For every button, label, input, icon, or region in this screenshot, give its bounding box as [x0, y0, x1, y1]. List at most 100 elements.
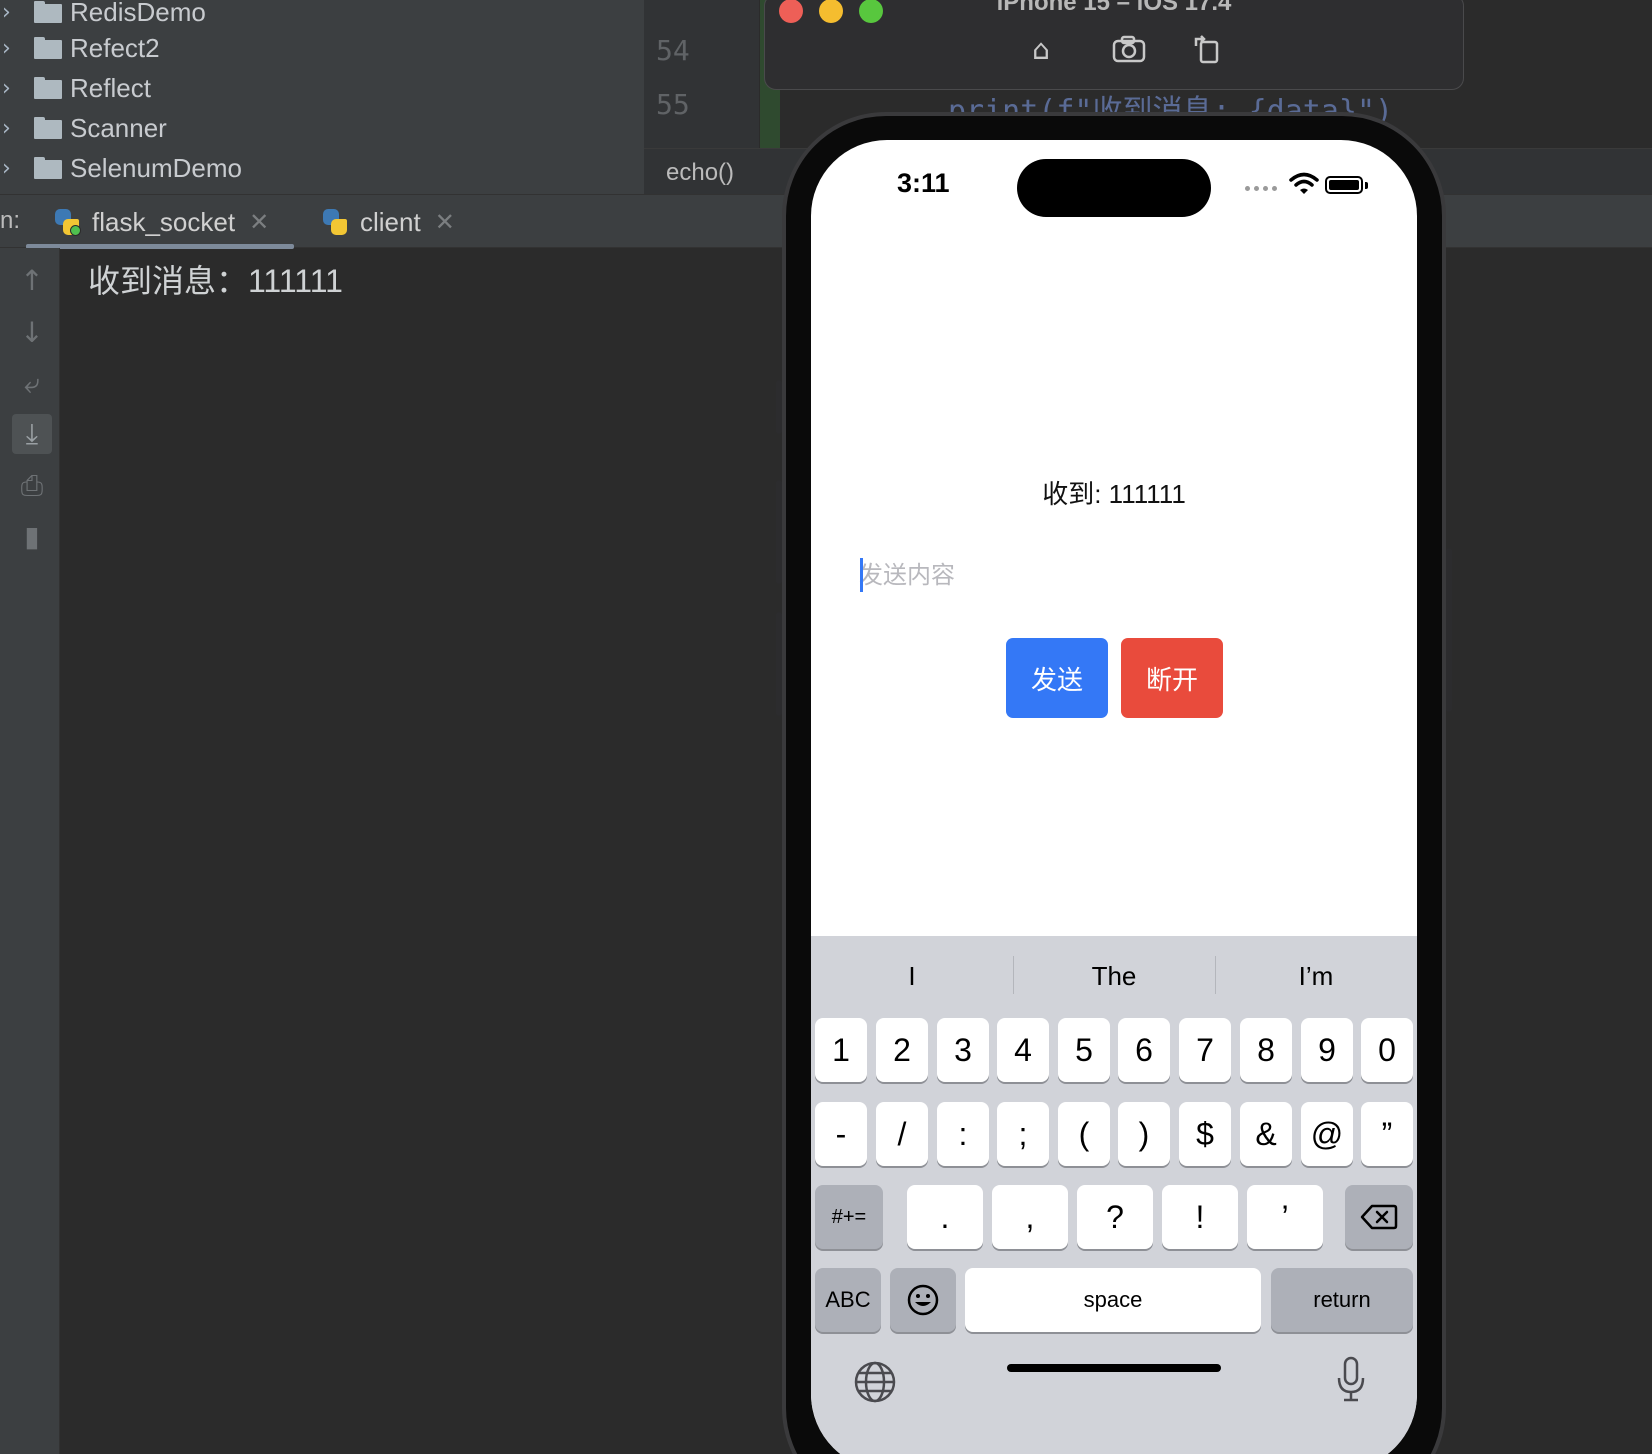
key[interactable]: 5 [1058, 1018, 1110, 1082]
desktop: › RedisDemo › Refect2 › Reflect › Scanne… [0, 0, 1652, 1454]
tree-item-label: Reflect [70, 72, 151, 103]
key[interactable]: 2 [876, 1018, 928, 1082]
status-time: 3:11 [897, 168, 950, 198]
key[interactable]: & [1240, 1102, 1292, 1166]
cellular-signal-icon [1245, 186, 1277, 191]
suggestion[interactable]: The [1013, 936, 1215, 1016]
tab-client[interactable]: client ✕ [320, 195, 455, 249]
active-tab-indicator [26, 244, 294, 249]
key[interactable]: : [937, 1102, 989, 1166]
delete-key[interactable] [1345, 1185, 1413, 1249]
emoji-icon [907, 1284, 939, 1316]
key[interactable]: @ [1301, 1102, 1353, 1166]
suggestion[interactable]: I [811, 936, 1013, 1016]
key[interactable]: ; [997, 1102, 1049, 1166]
print-icon[interactable]: ⎙ [12, 466, 52, 506]
folder-icon [34, 77, 62, 99]
return-key[interactable]: return [1271, 1268, 1413, 1332]
key[interactable]: 9 [1301, 1018, 1353, 1082]
project-tree: › RedisDemo › Refect2 › Reflect › Scanne… [0, 0, 644, 194]
microphone-icon[interactable] [1335, 1356, 1367, 1414]
tree-item-label: Refect2 [70, 32, 160, 63]
tree-item-label: RedisDemo [70, 0, 206, 27]
home-indicator [1007, 1364, 1221, 1372]
key[interactable]: ( [1058, 1102, 1110, 1166]
key[interactable]: ’ [1247, 1185, 1323, 1249]
simulator-title: iPhone 15 – iOS 17.4 [996, 0, 1232, 16]
volume-up-button [776, 480, 782, 584]
key[interactable]: 4 [997, 1018, 1049, 1082]
volume-down-button [776, 612, 782, 716]
console-output: 收到消息：111111 [88, 263, 343, 299]
folder-icon [34, 157, 62, 179]
key[interactable]: ? [1077, 1185, 1153, 1249]
soft-wrap-icon[interactable]: ⤶ [12, 364, 52, 404]
run-toolbar: ↑ ↓ ⤶ ⤓ ⎙ ▮ [0, 248, 60, 1454]
tab-flask-socket[interactable]: flask_socket ✕ [52, 195, 269, 249]
line-number: 55 [656, 88, 690, 121]
key[interactable]: . [907, 1185, 983, 1249]
disconnect-button[interactable]: 断开 [1121, 638, 1223, 718]
key[interactable]: ” [1361, 1102, 1413, 1166]
arrow-down-icon[interactable]: ↓ [12, 312, 52, 352]
tree-item[interactable]: › Scanner [0, 108, 640, 148]
screenshot-icon[interactable] [1109, 31, 1149, 67]
chevron-right-icon[interactable]: › [0, 76, 30, 101]
folder-icon [34, 117, 62, 139]
python-icon [52, 207, 82, 237]
key[interactable]: $ [1179, 1102, 1231, 1166]
chevron-right-icon[interactable]: › [0, 156, 30, 181]
line-number: 54 [656, 34, 690, 67]
text-cursor [860, 558, 863, 592]
suggestion[interactable]: I’m [1215, 936, 1417, 1016]
wifi-icon [1289, 172, 1319, 194]
key[interactable]: 6 [1118, 1018, 1170, 1082]
abc-key[interactable]: ABC [815, 1268, 881, 1332]
keyboard: I The I’m 1 2 3 4 5 6 7 8 9 0 - / : ; ( … [811, 936, 1417, 1454]
key[interactable]: , [992, 1185, 1068, 1249]
close-icon[interactable]: ✕ [435, 208, 455, 236]
key[interactable]: 0 [1361, 1018, 1413, 1082]
tree-item[interactable]: › Reflect [0, 68, 640, 108]
home-icon[interactable]: ⌂ [1021, 31, 1061, 67]
run-label: n: [0, 207, 21, 234]
rotate-icon[interactable] [1187, 31, 1227, 67]
key[interactable]: 8 [1240, 1018, 1292, 1082]
folder-icon [34, 1, 62, 23]
key[interactable]: ) [1118, 1102, 1170, 1166]
scroll-to-end-icon[interactable]: ⤓ [12, 414, 52, 454]
simulator-toolbar: iPhone 15 – iOS 17.4 ⌂ [764, 0, 1464, 90]
globe-icon[interactable] [853, 1360, 897, 1414]
space-key[interactable]: space [965, 1268, 1261, 1332]
tree-item-label: Scanner [70, 112, 167, 143]
tab-label: flask_socket [92, 206, 236, 237]
tree-item[interactable]: › Refect2 [0, 28, 640, 68]
key[interactable]: - [815, 1102, 867, 1166]
message-input[interactable] [859, 550, 1369, 600]
chevron-right-icon[interactable]: › [0, 0, 30, 25]
trash-icon[interactable]: ▮ [12, 516, 52, 556]
tab-label: client [360, 206, 421, 237]
line-gutter: 54 55 [644, 0, 759, 148]
key[interactable]: 1 [815, 1018, 867, 1082]
battery-tip [1365, 182, 1368, 189]
chevron-right-icon[interactable]: › [0, 116, 30, 141]
chevron-right-icon[interactable]: › [0, 36, 30, 61]
tree-item-label: SelenumDemo [70, 152, 242, 183]
phone-screen: 3:11 收到: 111111 发送 断开 I The I’m 1 2 3 4 … [811, 140, 1417, 1454]
breadcrumb-item[interactable]: echo() [666, 159, 734, 187]
key[interactable]: 3 [937, 1018, 989, 1082]
key[interactable]: / [876, 1102, 928, 1166]
received-message: 收到: 111111 [1042, 479, 1186, 509]
key[interactable]: 7 [1179, 1018, 1231, 1082]
close-icon[interactable]: ✕ [249, 208, 269, 236]
python-icon [320, 207, 350, 237]
symbols-key[interactable]: #+= [815, 1185, 883, 1249]
emoji-key[interactable] [890, 1268, 956, 1332]
send-button[interactable]: 发送 [1006, 638, 1108, 718]
key[interactable]: ! [1162, 1185, 1238, 1249]
dynamic-island [1017, 159, 1211, 217]
arrow-up-icon[interactable]: ↑ [12, 260, 52, 300]
folder-icon [34, 37, 62, 59]
tree-item[interactable]: › SelenumDemo [0, 148, 640, 188]
